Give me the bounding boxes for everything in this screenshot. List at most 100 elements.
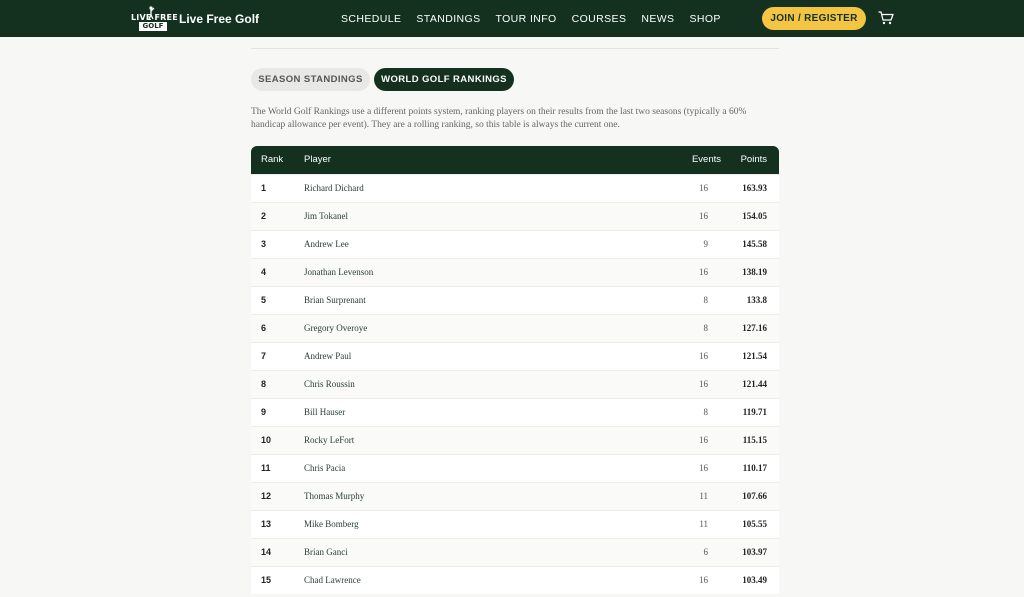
points-cell: 133.8 [746,295,767,305]
logo-mark-top: LIVE FREE [131,13,178,22]
rank-cell: 9 [261,407,267,417]
events-cell: 16 [699,379,708,389]
rank-cell: 6 [261,323,267,333]
nav-news[interactable]: NEWS [641,13,674,25]
rank-cell: 3 [261,239,267,249]
rank-cell: 12 [261,491,272,501]
table-body: 1 Richard Dichard 16 163.93 2 Jim Tokanel 16 15… [251,174,779,594]
rank-cell: 2 [261,211,267,221]
rank-cell: 14 [261,547,272,557]
nav-schedule[interactable]: SCHEDULE [341,13,401,25]
column-events[interactable]: Events [692,146,721,174]
table-row: 8 Chris Roussin 16 121.44 [251,370,779,398]
events-cell: 8 [703,407,709,417]
player-cell[interactable]: Thomas Murphy [304,483,364,510]
table-header: Rank Player Events Points [251,146,779,174]
points-cell: 103.97 [742,547,767,557]
events-cell: 16 [699,351,708,361]
brand-name: Live Free Golf [179,11,260,26]
points-cell: 105.55 [742,519,767,529]
column-points[interactable]: Points [741,146,767,174]
points-cell: 163.93 [742,183,767,193]
points-cell: 115.15 [742,435,767,445]
rank-cell: 13 [261,519,272,529]
table-row: 7 Andrew Paul 16 121.54 [251,342,779,370]
table-row: 10 Rocky LeFort 16 115.15 [251,426,779,454]
main-nav: SCHEDULE STANDINGS TOUR INFO COURSES NEW… [341,0,736,37]
column-rank[interactable]: Rank [261,146,283,174]
events-cell: 8 [703,323,709,333]
points-cell: 145.58 [742,239,767,249]
rank-cell: 5 [261,295,267,305]
rankings-table: Rank Player Events Points 1 Richard Dicha… [251,146,779,594]
events-cell: 9 [703,239,709,249]
content-divider [251,48,779,49]
nav-shop[interactable]: SHOP [689,13,720,25]
player-cell[interactable]: Jonathan Levenson [304,259,373,286]
column-player[interactable]: Player [304,146,331,174]
events-cell: 6 [703,547,709,557]
rank-cell: 10 [261,435,272,445]
events-cell: 16 [699,575,708,585]
points-cell: 107.66 [742,491,767,501]
events-cell: 8 [703,295,709,305]
player-cell[interactable]: Bill Hauser [304,399,345,426]
rank-cell: 11 [261,463,271,473]
events-cell: 16 [699,267,708,277]
nav-courses[interactable]: COURSES [572,13,627,25]
events-cell: 16 [699,183,708,193]
table-row: 14 Brian Ganci 6 103.97 [251,538,779,566]
player-cell[interactable]: Chris Roussin [304,371,355,398]
join-register-button[interactable]: JOIN / REGISTER [762,7,866,30]
events-cell: 16 [699,211,708,221]
player-cell[interactable]: Rocky LeFort [304,427,354,454]
points-cell: 110.17 [742,463,767,473]
points-cell: 138.19 [742,267,767,277]
player-cell[interactable]: Chris Pacia [304,455,345,482]
ranking-tabs: SEASON STANDINGS WORLD GOLF RANKINGS [251,68,514,91]
nav-tour-info[interactable]: TOUR INFO [495,13,556,25]
table-row: 15 Chad Lawrence 16 103.49 [251,566,779,594]
rank-cell: 8 [261,379,267,389]
player-cell[interactable]: Andrew Lee [304,231,349,258]
table-row: 12 Thomas Murphy 11 107.66 [251,482,779,510]
table-row: 4 Jonathan Levenson 16 138.19 [251,258,779,286]
player-cell[interactable]: Mike Bomberg [304,511,359,538]
events-cell: 11 [699,491,708,501]
points-cell: 119.71 [742,407,767,417]
table-row: 9 Bill Hauser 8 119.71 [251,398,779,426]
player-cell[interactable]: Richard Dichard [304,175,364,202]
rank-cell: 4 [261,267,267,277]
player-cell[interactable]: Brian Surprenant [304,287,366,314]
logo[interactable]: LIVE FREE GOLF Live Free Golf [131,6,259,31]
points-cell: 121.54 [742,351,767,361]
events-cell: 11 [699,519,708,529]
player-cell[interactable]: Brian Ganci [304,539,348,566]
table-row: 5 Brian Surprenant 8 133.8 [251,286,779,314]
points-cell: 154.05 [742,211,767,221]
nav-standings[interactable]: STANDINGS [416,13,480,25]
tab-world-golf-rankings[interactable]: WORLD GOLF RANKINGS [374,68,514,91]
table-row: 1 Richard Dichard 16 163.93 [251,174,779,202]
player-cell[interactable]: Andrew Paul [304,343,351,370]
events-cell: 16 [699,435,708,445]
table-row: 2 Jim Tokanel 16 154.05 [251,202,779,230]
table-row: 13 Mike Bomberg 11 105.55 [251,510,779,538]
player-cell[interactable]: Chad Lawrence [304,567,361,594]
table-row: 3 Andrew Lee 9 145.58 [251,230,779,258]
player-cell[interactable]: Gregory Overoye [304,315,367,342]
logo-mark-bottom: GOLF [139,22,167,31]
site-header: LIVE FREE GOLF Live Free Golf SCHEDULE S… [0,0,1024,37]
points-cell: 127.16 [742,323,767,333]
points-cell: 121.44 [742,379,767,389]
player-cell[interactable]: Jim Tokanel [304,203,348,230]
table-row: 6 Gregory Overoye 8 127.16 [251,314,779,342]
rank-cell: 1 [261,183,267,193]
cart-icon[interactable] [878,11,894,25]
rank-cell: 15 [261,575,272,585]
points-cell: 103.49 [742,575,767,585]
logo-mark: LIVE FREE GOLF [131,6,178,31]
tab-season-standings[interactable]: SEASON STANDINGS [251,68,370,91]
table-row: 11 Chris Pacia 16 110.17 [251,454,779,482]
rank-cell: 7 [261,351,267,361]
